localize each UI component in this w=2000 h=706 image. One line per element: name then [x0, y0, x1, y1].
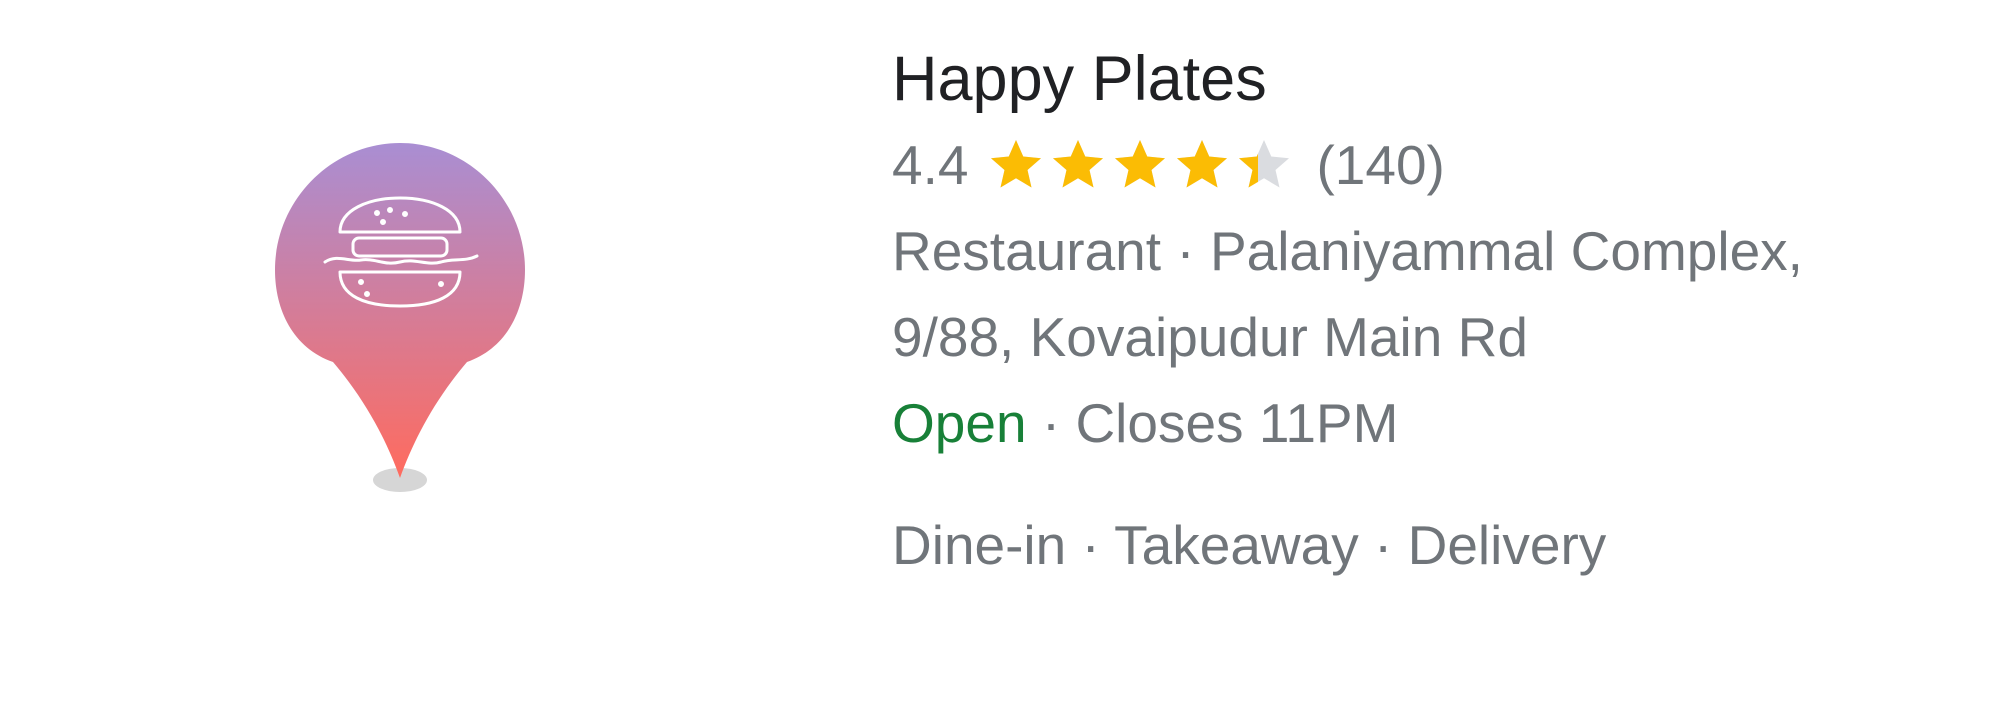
- star-icon: [1177, 140, 1228, 188]
- service-delivery: Delivery: [1407, 514, 1607, 576]
- category-address-line-1: Restaurant · Palaniyammal Complex,: [892, 208, 1972, 294]
- service-dine-in: Dine-in: [892, 514, 1067, 576]
- open-status: Open: [892, 392, 1027, 454]
- review-count[interactable]: (140): [1316, 133, 1444, 197]
- star-rating: [986, 135, 1296, 195]
- service-takeaway: Takeaway: [1114, 514, 1359, 576]
- place-card[interactable]: Happy Plates 4.4 (140) Restaurant · Pala…: [0, 0, 2000, 706]
- star-icon: [1053, 140, 1104, 188]
- rating-value: 4.4: [892, 134, 969, 196]
- address-line-1: Palaniyammal Complex,: [1209, 220, 1803, 282]
- hours-line: Open · Closes 11PM: [892, 380, 1972, 466]
- separator: ·: [1374, 514, 1393, 576]
- place-name[interactable]: Happy Plates: [892, 36, 1972, 122]
- separator: ·: [1081, 514, 1100, 576]
- place-info: Happy Plates 4.4 (140) Restaurant · Pala…: [892, 36, 1972, 588]
- star-icon: [1239, 140, 1290, 188]
- star-icon: [1115, 140, 1166, 188]
- star-icon: [991, 140, 1042, 188]
- category: Restaurant: [892, 220, 1162, 282]
- map-pin-icon: [255, 110, 555, 510]
- rating-row[interactable]: 4.4 (140): [892, 122, 1972, 208]
- address-line-2: 9/88, Kovaipudur Main Rd: [892, 306, 1528, 368]
- service-options: Dine-in · Takeaway · Delivery: [892, 502, 1972, 588]
- separator: ·: [1176, 220, 1195, 282]
- separator: ·: [1041, 392, 1061, 454]
- closing-time: Closes 11PM: [1075, 392, 1399, 454]
